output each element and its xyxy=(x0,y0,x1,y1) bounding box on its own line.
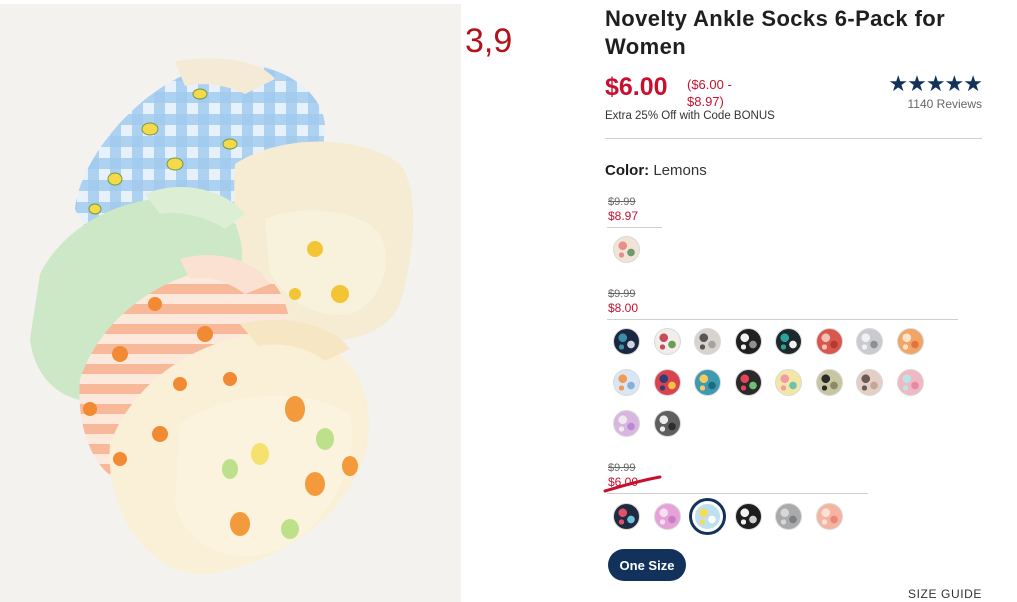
sale-price: $8.00 xyxy=(608,301,639,315)
rating[interactable]: ★★★★★ 1140 Reviews xyxy=(878,71,983,112)
swatch-teal-stripe[interactable] xyxy=(775,328,802,355)
color-label: Color: xyxy=(605,162,650,179)
swatch-red-dots[interactable] xyxy=(815,328,843,355)
socks-photo xyxy=(30,58,414,575)
price-group-1: $9.99 $8.97 xyxy=(608,195,638,224)
swatch-grey-heather[interactable] xyxy=(775,503,802,530)
color-value: Lemons xyxy=(653,162,707,179)
swatch-olive-leopard[interactable] xyxy=(815,369,843,396)
swatch-black-daisy[interactable] xyxy=(734,503,762,530)
swatch-grey-speckle[interactable] xyxy=(856,328,883,355)
original-price: $9.99 xyxy=(608,288,636,300)
divider xyxy=(605,138,982,139)
original-price: $9.99 xyxy=(608,196,636,208)
color-selection: Color: Lemons xyxy=(605,162,707,179)
swatch-flamingo[interactable] xyxy=(775,369,802,396)
group-divider xyxy=(607,227,662,228)
swatch-blue-fruit[interactable] xyxy=(613,369,640,396)
swatch-peach-floral[interactable] xyxy=(815,503,843,530)
swatch-navy-confetti[interactable] xyxy=(613,503,640,530)
sale-price: $8.97 xyxy=(608,209,639,223)
price-range: ($6.00 - $8.97) xyxy=(687,77,732,109)
swatch-orange-swirl[interactable] xyxy=(896,328,924,355)
promo-text: Extra 25% Off with Code BONUS xyxy=(605,110,775,122)
swatch-rainbow-stripe[interactable] xyxy=(653,369,681,396)
swatch-pink-tiedye[interactable] xyxy=(896,369,924,396)
swatch-floral-cream[interactable] xyxy=(613,236,640,263)
size-one-size-button[interactable]: One Size xyxy=(608,549,686,581)
size-guide-link[interactable]: SIZE GUIDE xyxy=(908,587,982,601)
swatch-pink-swirl[interactable] xyxy=(653,503,681,530)
swatch-navy-print[interactable] xyxy=(613,328,640,355)
reviews-link[interactable]: 1140 Reviews xyxy=(878,97,982,111)
group-divider xyxy=(607,319,958,320)
star-rating-icon: ★★★★★ xyxy=(888,71,983,96)
swatch-lemons[interactable] xyxy=(689,498,726,535)
swatch-pink-leopard[interactable] xyxy=(856,369,883,396)
current-price: $6.00 xyxy=(605,73,668,101)
strike-mark xyxy=(603,475,662,493)
swatch-lavender-swirl[interactable] xyxy=(613,410,640,437)
swatch-black-ghost[interactable] xyxy=(734,328,762,355)
swatch-teal-fish[interactable] xyxy=(694,369,721,396)
swatch-grey-birds[interactable] xyxy=(694,328,721,355)
swatch-white-floral[interactable] xyxy=(653,328,681,355)
swatch-grey-zebra[interactable] xyxy=(653,410,681,437)
product-image xyxy=(0,4,461,602)
swatch-watermelon[interactable] xyxy=(734,369,762,396)
product-title: Novelty Ankle Socks 6-Pack for Women xyxy=(605,6,946,59)
price-group-2: $9.99 $8.00 xyxy=(608,287,638,316)
original-price: $9.99 xyxy=(608,462,636,474)
annotation-label: 3,9 xyxy=(465,22,513,60)
